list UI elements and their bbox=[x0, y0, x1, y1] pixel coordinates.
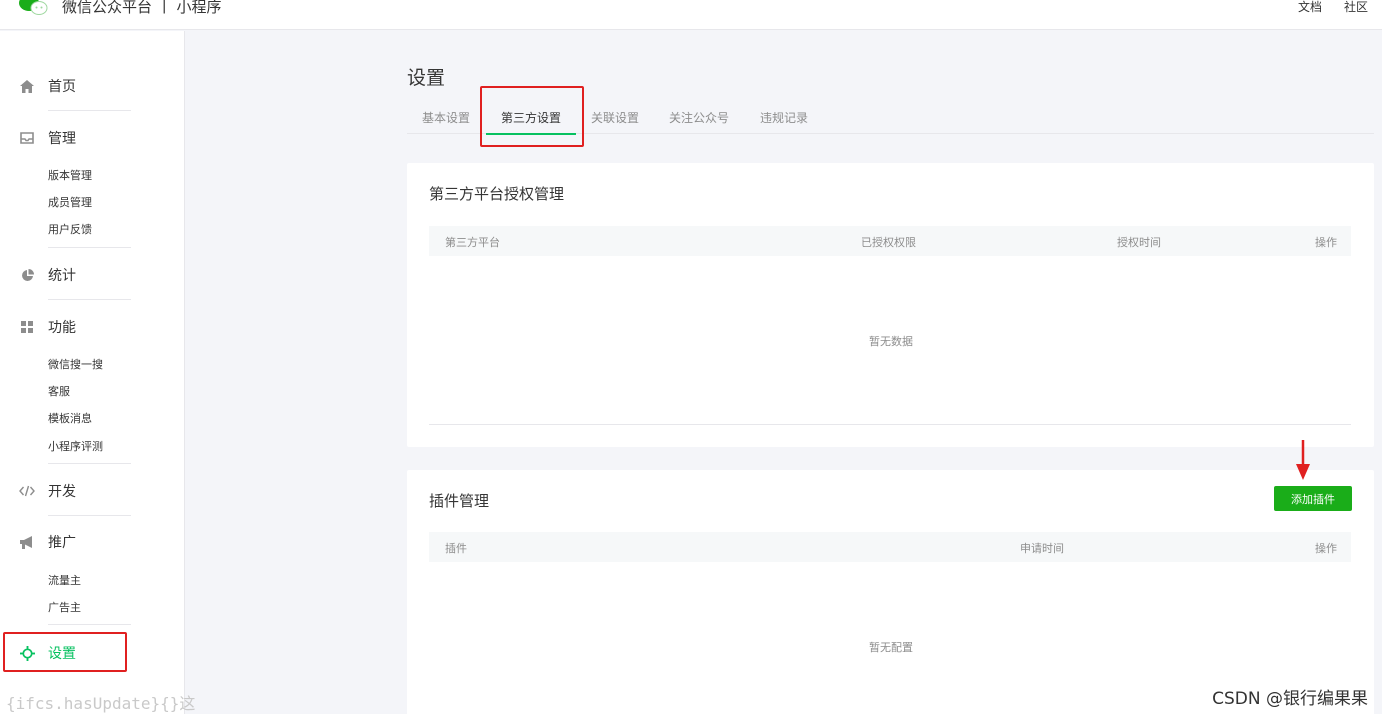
sidebar-item-settings[interactable]: 设置 bbox=[0, 633, 185, 673]
tab-basic-settings[interactable]: 基本设置 bbox=[422, 109, 470, 126]
sidebar-item-label: 推广 bbox=[48, 535, 76, 551]
gear-icon bbox=[19, 645, 35, 661]
wechat-logo-icon bbox=[19, 0, 48, 15]
sidebar-subitem-feedback[interactable]: 用户反馈 bbox=[48, 221, 92, 237]
sidebar-subitem-customer-service[interactable]: 客服 bbox=[48, 383, 70, 399]
sidebar-item-manage[interactable]: 管理 bbox=[0, 118, 185, 158]
column-header: 已授权权限 bbox=[861, 236, 916, 249]
grid-icon bbox=[19, 319, 35, 335]
sidebar-divider bbox=[48, 247, 131, 248]
pie-chart-icon bbox=[19, 267, 35, 283]
community-link[interactable]: 社区 bbox=[1344, 0, 1368, 15]
tab-linked-settings[interactable]: 关联设置 bbox=[591, 109, 639, 126]
sidebar-item-label: 功能 bbox=[48, 320, 76, 336]
overlay-code-text: {ifcs.hasUpdate}{}这 bbox=[6, 694, 196, 713]
sidebar-item-develop[interactable]: 开发 bbox=[0, 471, 185, 511]
sidebar: 首页 管理 版本管理 成员管理 用户反馈 统计 功能 微信搜一搜 客服 模板消息… bbox=[0, 31, 185, 714]
docs-link[interactable]: 文档 bbox=[1298, 0, 1322, 15]
third-party-table-header: 第三方平台 已授权权限 授权时间 操作 bbox=[429, 226, 1351, 256]
column-header: 操作 bbox=[1315, 236, 1337, 249]
inbox-icon bbox=[19, 130, 35, 146]
third-party-card-title: 第三方平台授权管理 bbox=[429, 185, 565, 203]
add-plugin-button[interactable]: 添加插件 bbox=[1274, 486, 1352, 511]
sidebar-item-label: 管理 bbox=[48, 131, 76, 147]
platform-title: 微信公众平台 丨 小程序 bbox=[62, 0, 222, 16]
column-header: 第三方平台 bbox=[445, 236, 500, 249]
sidebar-item-label: 统计 bbox=[48, 268, 76, 284]
red-arrow-icon bbox=[1296, 440, 1310, 480]
sidebar-divider bbox=[48, 299, 131, 300]
active-tab-indicator bbox=[486, 133, 576, 135]
plugin-table-header: 插件 申请时间 操作 bbox=[429, 532, 1351, 562]
sidebar-subitem-advertiser[interactable]: 广告主 bbox=[48, 599, 81, 615]
sidebar-subitem-wechat-search[interactable]: 微信搜一搜 bbox=[48, 356, 103, 372]
sidebar-subitem-traffic-owner[interactable]: 流量主 bbox=[48, 572, 81, 588]
home-icon bbox=[19, 78, 35, 94]
column-header: 插件 bbox=[445, 542, 467, 555]
settings-tabs: 基本设置 第三方设置 关联设置 关注公众号 违规记录 bbox=[407, 103, 1374, 135]
sidebar-item-label: 首页 bbox=[48, 79, 76, 95]
sidebar-subitem-version[interactable]: 版本管理 bbox=[48, 167, 92, 183]
top-links: 文档 社区 bbox=[1298, 0, 1368, 15]
tab-third-party-settings[interactable]: 第三方设置 bbox=[501, 109, 561, 126]
main-content: 设置 基本设置 第三方设置 关联设置 关注公众号 违规记录 第三方平台授权管理 … bbox=[185, 31, 1382, 714]
third-party-auth-card: 第三方平台授权管理 第三方平台 已授权权限 授权时间 操作 暂无数据 bbox=[407, 163, 1374, 447]
sidebar-item-promotion[interactable]: 推广 bbox=[0, 522, 185, 562]
empty-state-text: 暂无数据 bbox=[869, 335, 913, 348]
sidebar-divider bbox=[48, 624, 131, 625]
plugin-card-title: 插件管理 bbox=[429, 492, 490, 510]
table-bottom-border bbox=[429, 424, 1351, 425]
sidebar-subitem-members[interactable]: 成员管理 bbox=[48, 194, 92, 210]
tab-follow-official-account[interactable]: 关注公众号 bbox=[669, 109, 729, 126]
sidebar-divider bbox=[48, 110, 131, 111]
sidebar-divider bbox=[48, 515, 131, 516]
sidebar-item-stats[interactable]: 统计 bbox=[0, 255, 185, 295]
sidebar-item-features[interactable]: 功能 bbox=[0, 307, 185, 347]
column-header: 申请时间 bbox=[1020, 542, 1064, 555]
sidebar-divider bbox=[48, 463, 131, 464]
sidebar-item-home[interactable]: 首页 bbox=[0, 66, 185, 106]
tab-violation-records[interactable]: 违规记录 bbox=[760, 109, 808, 126]
sidebar-item-label: 设置 bbox=[48, 646, 76, 662]
empty-state-text: 暂无配置 bbox=[869, 641, 913, 654]
sidebar-item-label: 开发 bbox=[48, 484, 76, 500]
column-header: 授权时间 bbox=[1117, 236, 1161, 249]
sidebar-subitem-review[interactable]: 小程序评测 bbox=[48, 438, 103, 454]
sidebar-subitem-template-message[interactable]: 模板消息 bbox=[48, 410, 92, 426]
top-bar: 微信公众平台 丨 小程序 文档 社区 bbox=[0, 0, 1382, 30]
plugin-management-card: 插件管理 添加插件 插件 申请时间 操作 暂无配置 bbox=[407, 470, 1374, 714]
csdn-watermark: CSDN @银行编果果 bbox=[1212, 689, 1368, 709]
megaphone-icon bbox=[19, 534, 35, 550]
column-header: 操作 bbox=[1315, 542, 1337, 555]
code-icon bbox=[19, 483, 35, 499]
page-title: 设置 bbox=[407, 67, 446, 89]
